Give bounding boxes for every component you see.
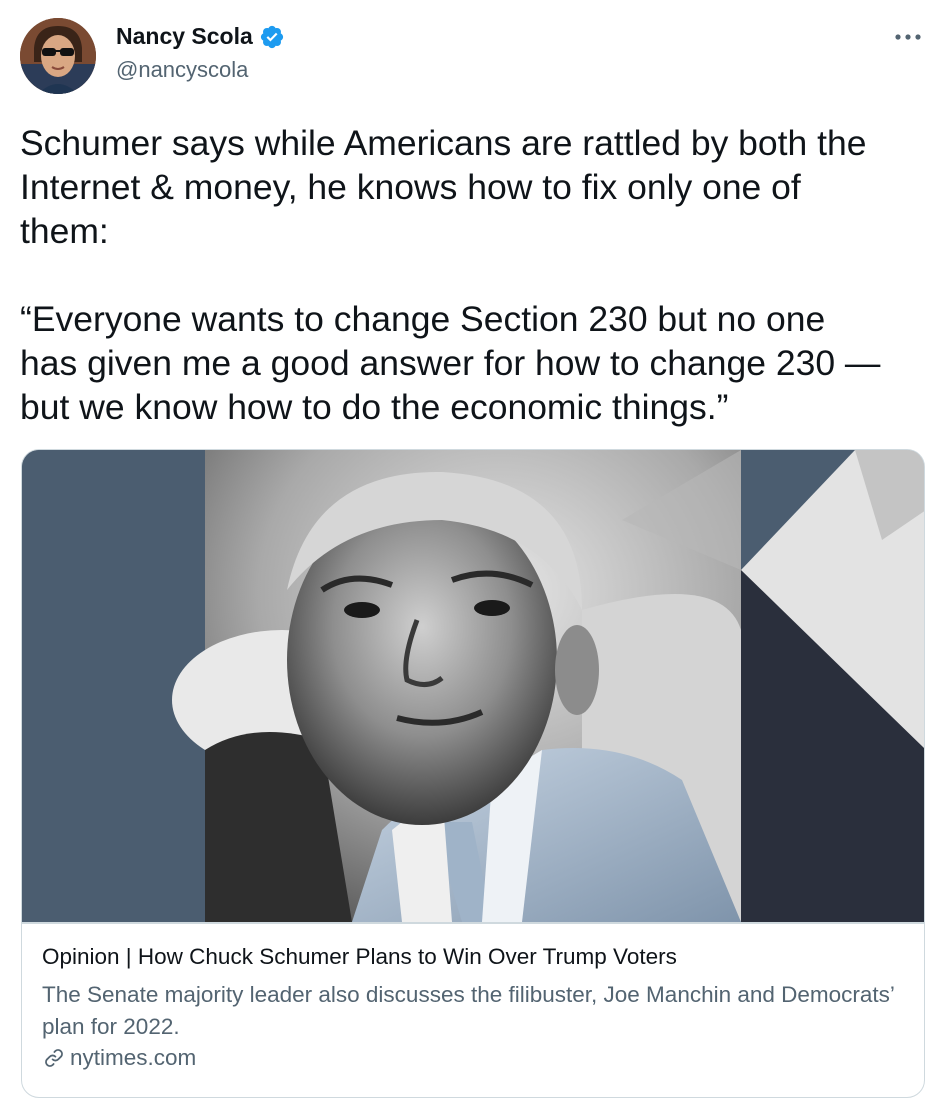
link-icon	[42, 1046, 66, 1070]
card-title: Opinion | How Chuck Schumer Plans to Win…	[42, 944, 677, 969]
tweet: Nancy Scola @nancyscola Schumer says whi…	[0, 0, 944, 1120]
more-options-button[interactable]	[888, 22, 928, 52]
more-options-icon	[895, 34, 921, 40]
author-name-row: Nancy Scola	[116, 23, 285, 50]
author-handle[interactable]: @nancyscola	[116, 57, 248, 83]
tweet-text: Schumer says while Americans are rattled…	[20, 123, 881, 427]
card-divider	[22, 922, 924, 924]
card-description: The Senate majority leader also discusse…	[42, 982, 895, 1039]
author-display-name[interactable]: Nancy Scola	[116, 23, 253, 50]
card-domain-text: nytimes.com	[70, 1045, 197, 1070]
link-card[interactable]: Opinion | How Chuck Schumer Plans to Win…	[21, 449, 925, 1098]
card-domain: nytimes.com	[42, 1045, 196, 1071]
card-image	[22, 450, 924, 922]
avatar[interactable]	[20, 18, 96, 94]
verified-badge-icon	[259, 24, 285, 50]
avatar-image	[20, 18, 96, 94]
